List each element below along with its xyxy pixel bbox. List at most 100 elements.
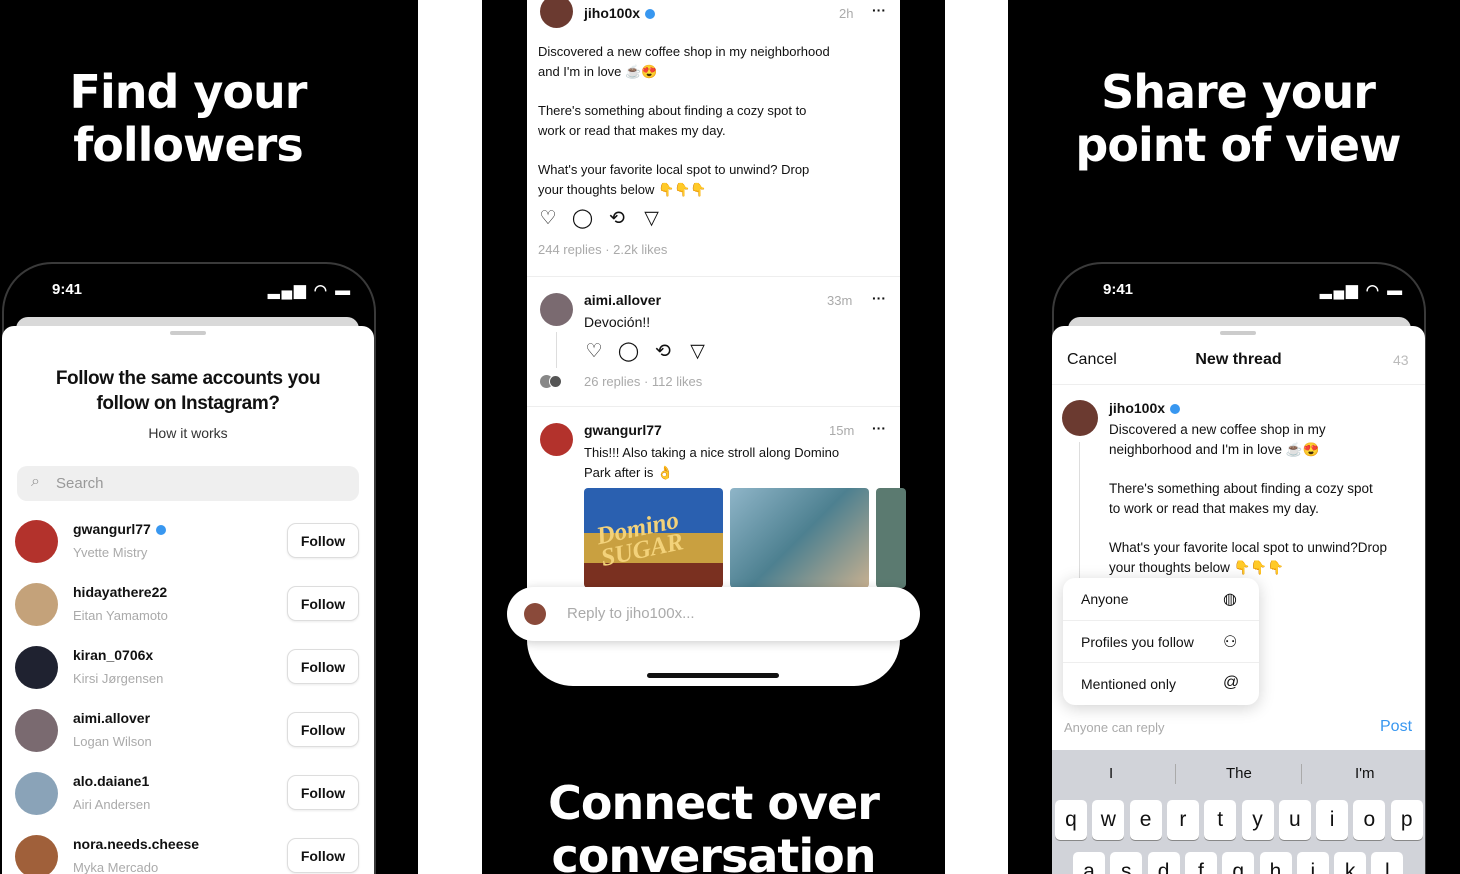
post-stats[interactable]: 244 replies · 2.2k likes: [538, 242, 667, 257]
key[interactable]: r: [1166, 800, 1199, 840]
sheet-title: New thread: [1195, 351, 1282, 368]
status-icons: ▂▄▆ ◠ ▬: [1320, 282, 1405, 299]
feed-screen: jiho100x 2h ··· Discovered a new coffee …: [527, 0, 906, 686]
sheet-handle[interactable]: [170, 331, 206, 335]
avatar: [1062, 400, 1098, 436]
reply-stats[interactable]: 26 replies · 112 likes: [584, 374, 702, 389]
key[interactable]: p: [1390, 800, 1423, 840]
account-row: aimi.allover Logan Wilson Follow: [2, 707, 374, 765]
account-username[interactable]: hidayathere22: [73, 584, 167, 600]
avatar[interactable]: [15, 520, 58, 563]
follow-button[interactable]: Follow: [287, 586, 359, 621]
key[interactable]: f: [1184, 852, 1217, 874]
key[interactable]: d: [1147, 852, 1180, 874]
post-button[interactable]: Post: [1380, 718, 1412, 736]
follow-sheet: Follow the same accounts you follow on In…: [2, 326, 374, 874]
key[interactable]: a: [1073, 852, 1105, 874]
new-thread-sheet: Cancel New thread 43 jiho100x Discovered…: [1052, 326, 1425, 874]
repost-icon[interactable]: ⟲: [652, 341, 674, 363]
key[interactable]: k: [1334, 852, 1367, 874]
key[interactable]: e: [1129, 800, 1162, 840]
avatar[interactable]: [540, 423, 573, 456]
account-row: kiran_0706x Kirsi Jørgensen Follow: [2, 644, 374, 702]
search-icon: ⌕: [31, 473, 40, 490]
headline: Share your point of view: [1075, 65, 1401, 172]
account-row: gwangurl77 Yvette Mistry Follow: [2, 518, 374, 576]
account-username[interactable]: alo.daiane1: [73, 773, 149, 789]
key[interactable]: y: [1241, 800, 1274, 840]
key[interactable]: i: [1316, 800, 1349, 840]
key[interactable]: j: [1296, 852, 1329, 874]
key[interactable]: h: [1259, 852, 1292, 874]
follow-button[interactable]: Follow: [287, 838, 359, 873]
reply-option[interactable]: Profiles you follow ⚇: [1063, 620, 1259, 662]
reply-username[interactable]: gwangurl77: [584, 422, 662, 438]
suggestion[interactable]: The: [1226, 765, 1252, 782]
people-icon: ⚇: [1223, 634, 1238, 651]
reply-option[interactable]: Mentioned only @: [1063, 662, 1259, 704]
reply-option[interactable]: Anyone ◍: [1063, 578, 1259, 620]
account-username[interactable]: aimi.allover: [73, 710, 150, 726]
avatar[interactable]: [15, 646, 58, 689]
share-icon[interactable]: ▽: [641, 208, 663, 230]
panel-conversation: jiho100x 2h ··· Discovered a new coffee …: [482, 0, 945, 874]
follow-button[interactable]: Follow: [287, 712, 359, 747]
avatar[interactable]: [15, 835, 58, 874]
status-time: 9:41: [52, 281, 83, 298]
more-icon[interactable]: ···: [872, 2, 886, 18]
suggestion[interactable]: I'm: [1355, 765, 1375, 782]
avatar[interactable]: [540, 293, 573, 326]
how-it-works-link[interactable]: How it works: [2, 425, 374, 441]
avatar[interactable]: [540, 0, 573, 28]
follow-button[interactable]: Follow: [287, 775, 359, 810]
search-input[interactable]: ⌕ Search: [17, 466, 359, 501]
account-name: Myka Mercado: [73, 860, 159, 874]
key[interactable]: w: [1092, 800, 1125, 840]
post-time: 2h: [839, 6, 854, 21]
key[interactable]: t: [1204, 800, 1237, 840]
key[interactable]: q: [1055, 800, 1087, 840]
post-image[interactable]: [876, 488, 906, 588]
divider: [527, 276, 900, 277]
home-indicator: [647, 673, 779, 678]
headline: Connect over conversation: [548, 776, 880, 874]
repost-icon[interactable]: ⟲: [606, 208, 628, 230]
avatar[interactable]: [15, 772, 58, 815]
reply-time: 15m: [829, 423, 855, 438]
post-username[interactable]: jiho100x: [584, 5, 656, 21]
reply-username[interactable]: aimi.allover: [584, 292, 661, 308]
divider: [1052, 384, 1425, 385]
avatar[interactable]: [15, 709, 58, 752]
thread-line: [1079, 442, 1080, 582]
post-image[interactable]: [730, 488, 869, 588]
account-username[interactable]: nora.needs.cheese: [73, 836, 199, 852]
avatar[interactable]: [15, 583, 58, 626]
account-name: Airi Andersen: [73, 797, 151, 812]
suggestion[interactable]: I: [1109, 765, 1113, 782]
composer-text[interactable]: Discovered a new coffee shop in my neighb…: [1109, 420, 1387, 578]
sheet-heading: Follow the same accounts you follow on In…: [55, 368, 321, 414]
key[interactable]: o: [1353, 800, 1386, 840]
reply-input[interactable]: Reply to jiho100x...: [507, 587, 920, 641]
follow-button[interactable]: Follow: [287, 523, 359, 558]
key[interactable]: l: [1371, 852, 1404, 874]
sheet-handle[interactable]: [1220, 331, 1256, 335]
account-username[interactable]: kiran_0706x: [73, 647, 153, 663]
follow-button[interactable]: Follow: [287, 649, 359, 684]
verified-badge-icon: [1170, 404, 1181, 415]
account-name: Eitan Yamamoto: [73, 608, 168, 623]
like-icon[interactable]: ♡: [537, 208, 559, 230]
share-icon[interactable]: ▽: [687, 341, 709, 363]
more-icon[interactable]: ···: [872, 290, 886, 306]
account-username[interactable]: gwangurl77: [73, 521, 166, 537]
like-icon[interactable]: ♡: [583, 341, 605, 363]
more-icon[interactable]: ···: [872, 420, 886, 436]
mini-avatar: [549, 375, 562, 388]
reply-setting[interactable]: Anyone can reply: [1064, 720, 1164, 735]
key[interactable]: u: [1278, 800, 1311, 840]
post-image[interactable]: Domino SUGAR: [584, 488, 723, 588]
key[interactable]: g: [1222, 852, 1255, 874]
key[interactable]: s: [1110, 852, 1143, 874]
comment-icon[interactable]: ◯: [572, 208, 594, 230]
comment-icon[interactable]: ◯: [618, 341, 640, 363]
